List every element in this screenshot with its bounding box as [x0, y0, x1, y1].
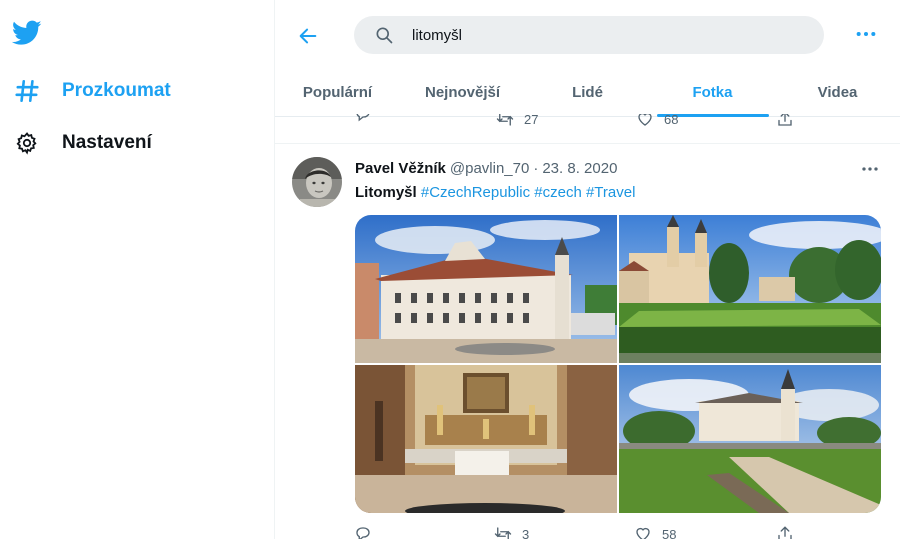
share-icon: [778, 114, 792, 126]
tweet-text-title: Litomyšl: [355, 184, 417, 201]
tab-photos[interactable]: Fotka: [650, 68, 775, 116]
tweet-photo[interactable]: [355, 215, 617, 363]
sidebar-item-label: Prozkoumat: [62, 80, 171, 101]
tweet-photo[interactable]: [355, 365, 617, 513]
hashtag-link[interactable]: #czech: [534, 184, 582, 201]
tweet-more-button[interactable]: [858, 160, 882, 178]
more-icon: [856, 31, 876, 37]
hashtag-link[interactable]: #CzechRepublic: [421, 184, 530, 201]
search-input[interactable]: litomyšl: [354, 16, 824, 54]
retweet-icon: [494, 527, 512, 539]
tweet-separator: [275, 143, 900, 144]
tab-people[interactable]: Lidé: [525, 68, 650, 116]
back-button[interactable]: [294, 22, 322, 50]
retweet-icon: [496, 114, 514, 126]
tweet-text: Litomyšl #CzechRepublic #czech #Travel: [355, 184, 635, 201]
author-handle[interactable]: @pavlin_70: [450, 160, 529, 177]
tweet-date[interactable]: 23. 8. 2020: [542, 160, 617, 177]
search-tabs: Populární Nejnovější Lidé Fotka Videa: [275, 68, 900, 117]
avatar[interactable]: [292, 157, 342, 207]
more-icon: [862, 167, 878, 171]
gear-icon: [12, 128, 42, 158]
heart-icon: [638, 114, 652, 126]
arrow-left-icon: [299, 28, 317, 44]
tweet-photo[interactable]: [619, 365, 881, 513]
sidebar-item-settings[interactable]: Nastavení: [12, 128, 152, 158]
more-options-button[interactable]: [852, 24, 880, 44]
sidebar-item-label: Nastavení: [62, 132, 152, 153]
like-count: 68: [664, 114, 679, 127]
like-count: 58: [662, 526, 677, 539]
tab-videos[interactable]: Videa: [775, 68, 900, 116]
hashtag-icon: [12, 76, 42, 106]
reply-button[interactable]: [354, 114, 372, 123]
retweet-count: 27: [524, 114, 539, 127]
tweet-photo[interactable]: [619, 215, 881, 363]
twitter-logo-icon[interactable]: [11, 20, 42, 46]
search-icon: [374, 25, 394, 45]
tab-top[interactable]: Populární: [275, 68, 400, 116]
reply-icon: [356, 114, 370, 122]
tweet-photo-grid: [355, 215, 881, 513]
share-button[interactable]: [776, 114, 794, 128]
heart-icon: [636, 527, 650, 539]
reply-button[interactable]: [354, 525, 372, 539]
like-button[interactable]: 58: [634, 525, 676, 539]
share-button[interactable]: [776, 525, 794, 539]
reply-icon: [356, 527, 370, 539]
hashtag-link[interactable]: #Travel: [586, 184, 635, 201]
previous-tweet-actions: 27 68: [340, 114, 800, 132]
tweet-header: Pavel Věžník @pavlin_70 · 23. 8. 2020: [355, 160, 617, 177]
tweet-actions: 3 58: [340, 525, 800, 539]
retweet-count: 3: [522, 526, 530, 539]
separator-dot: ·: [533, 160, 539, 177]
like-button[interactable]: 68: [636, 114, 678, 128]
retweet-button[interactable]: 3: [494, 525, 529, 539]
sidebar-item-explore[interactable]: Prozkoumat: [12, 76, 171, 106]
share-icon: [778, 526, 792, 539]
retweet-button[interactable]: 27: [496, 114, 538, 128]
search-query: litomyšl: [412, 26, 463, 44]
author-name[interactable]: Pavel Věžník: [355, 160, 446, 177]
tab-latest[interactable]: Nejnovější: [400, 68, 525, 116]
